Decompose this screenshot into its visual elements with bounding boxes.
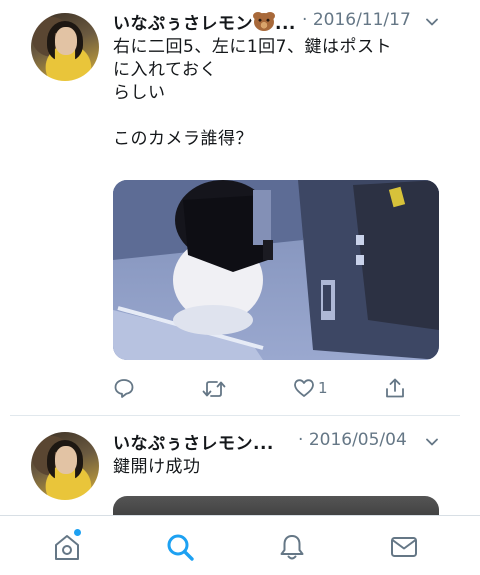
bell-icon	[280, 535, 304, 560]
search-icon	[167, 534, 194, 561]
tweet-text: 鍵開け成功	[113, 457, 201, 477]
home-icon	[55, 535, 79, 560]
like-count: 1	[318, 379, 328, 397]
tweet-media-image[interactable]	[113, 180, 439, 360]
share-button[interactable]	[384, 377, 409, 399]
chevron-down-icon[interactable]	[426, 436, 438, 448]
tweet-date[interactable]: · 2016/11/17	[302, 10, 411, 30]
author-name[interactable]: いなぷぅさレモン...	[113, 429, 274, 454]
like-button[interactable]: 1	[293, 378, 328, 398]
reply-icon	[114, 379, 134, 398]
share-icon	[386, 378, 404, 398]
tweet[interactable]: いなぷぅさレモン... · 2016/11/17 右に二回5、左に1回7、鍵はポ…	[0, 0, 480, 415]
tab-messages[interactable]	[389, 532, 419, 562]
heart-icon	[294, 379, 314, 397]
avatar[interactable]	[31, 13, 99, 81]
author-name[interactable]: いなぷぅさレモン...	[113, 9, 296, 34]
reply-button[interactable]	[113, 377, 138, 399]
new-content-indicator	[74, 529, 81, 536]
tab-notifications[interactable]	[277, 532, 307, 562]
chevron-down-icon[interactable]	[426, 16, 438, 28]
envelope-icon	[391, 537, 417, 557]
tab-search[interactable]	[165, 532, 195, 562]
bottom-tab-bar	[0, 515, 480, 575]
tab-home[interactable]	[52, 529, 82, 562]
avatar[interactable]	[31, 432, 99, 500]
tweet-actions: 1	[0, 377, 480, 403]
bear-face-emoji	[254, 13, 274, 31]
tweet-text: 右に二回5、左に1回7、鍵はポスト に入れておく らしい このカメラ誰得？	[113, 37, 392, 149]
retweet-icon	[202, 381, 226, 397]
retweet-button[interactable]	[202, 378, 229, 400]
tweet-date[interactable]: · 2016/05/04	[298, 430, 407, 450]
